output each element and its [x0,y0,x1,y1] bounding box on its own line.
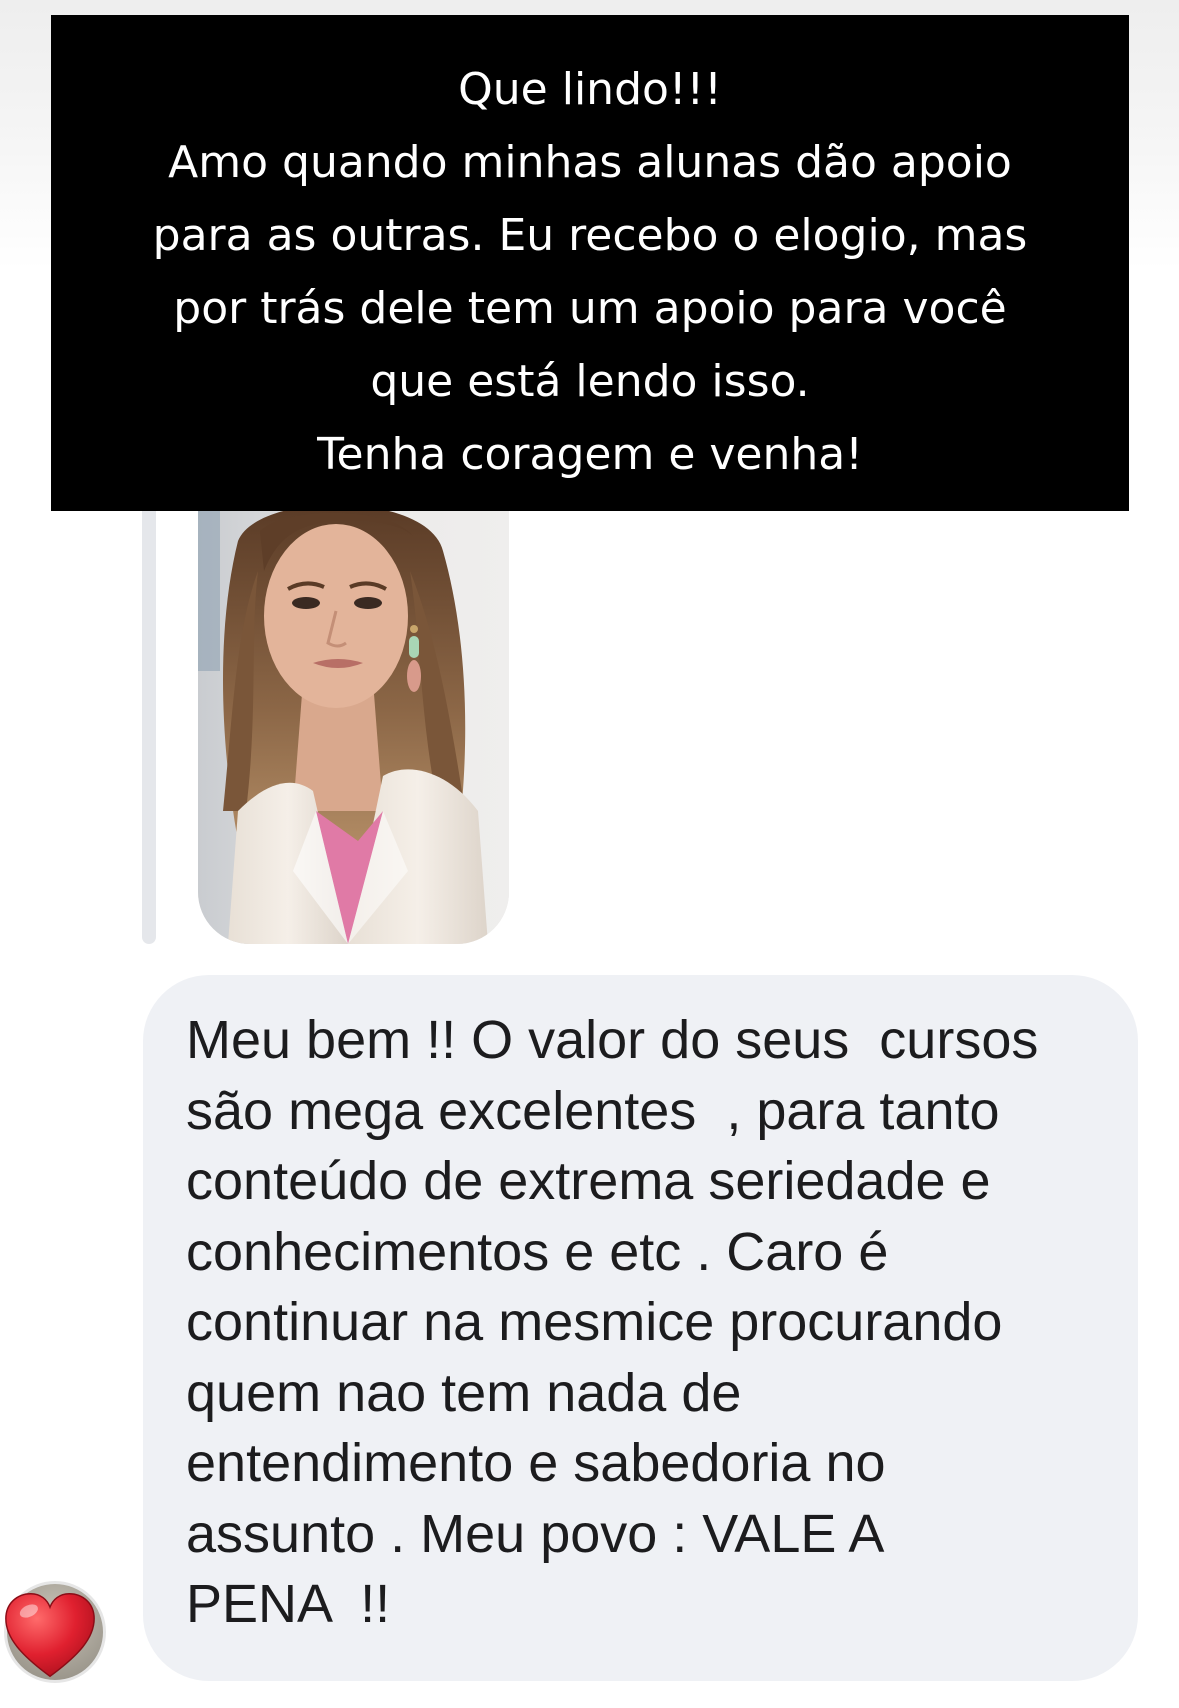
message-bubble[interactable]: Meu bem !! O valor do seus cursos são me… [143,975,1138,1681]
message-line: são mega excelentes , para tanto [186,1080,1000,1141]
caption-line: que está lendo isso. [370,356,810,407]
message-line: assunto . Meu povo : VALE A [186,1503,885,1564]
story-caption-box: Que lindo!!! Amo quando minhas alunas dã… [51,15,1129,511]
message-line: entendimento e sabedoria no [186,1433,886,1493]
caption-line: Amo quando minhas alunas dão apoio [168,137,1012,188]
portrait-image [198,511,509,944]
message-line: Meu bem !! O valor do seus cursos [186,1010,1039,1070]
message-line: PENA !! [186,1574,391,1634]
story-reply-bar [142,511,156,944]
caption-line: por trás dele tem um apoio para você [173,283,1007,334]
message-line: continuar na mesmice procurando [186,1292,1003,1352]
story-reply-thumbnail[interactable] [198,511,509,944]
message-line: conhecimentos e etc . Caro é [186,1221,889,1282]
story-screenshot: Que lindo!!! Amo quando minhas alunas dã… [0,0,1179,1708]
caption-line: Que lindo!!! [458,64,722,115]
message-line: conteúdo de extrema seriedade e [186,1151,991,1211]
message-text: Meu bem !! O valor do seus cursos são me… [186,1005,1098,1640]
caption-line: Tenha coragem e venha! [317,429,863,480]
message-line: quem nao tem nada de [186,1362,742,1423]
caption-line: para as outras. Eu recebo o elogio, mas [152,210,1028,261]
red-heart-icon[interactable] [2,1588,98,1682]
